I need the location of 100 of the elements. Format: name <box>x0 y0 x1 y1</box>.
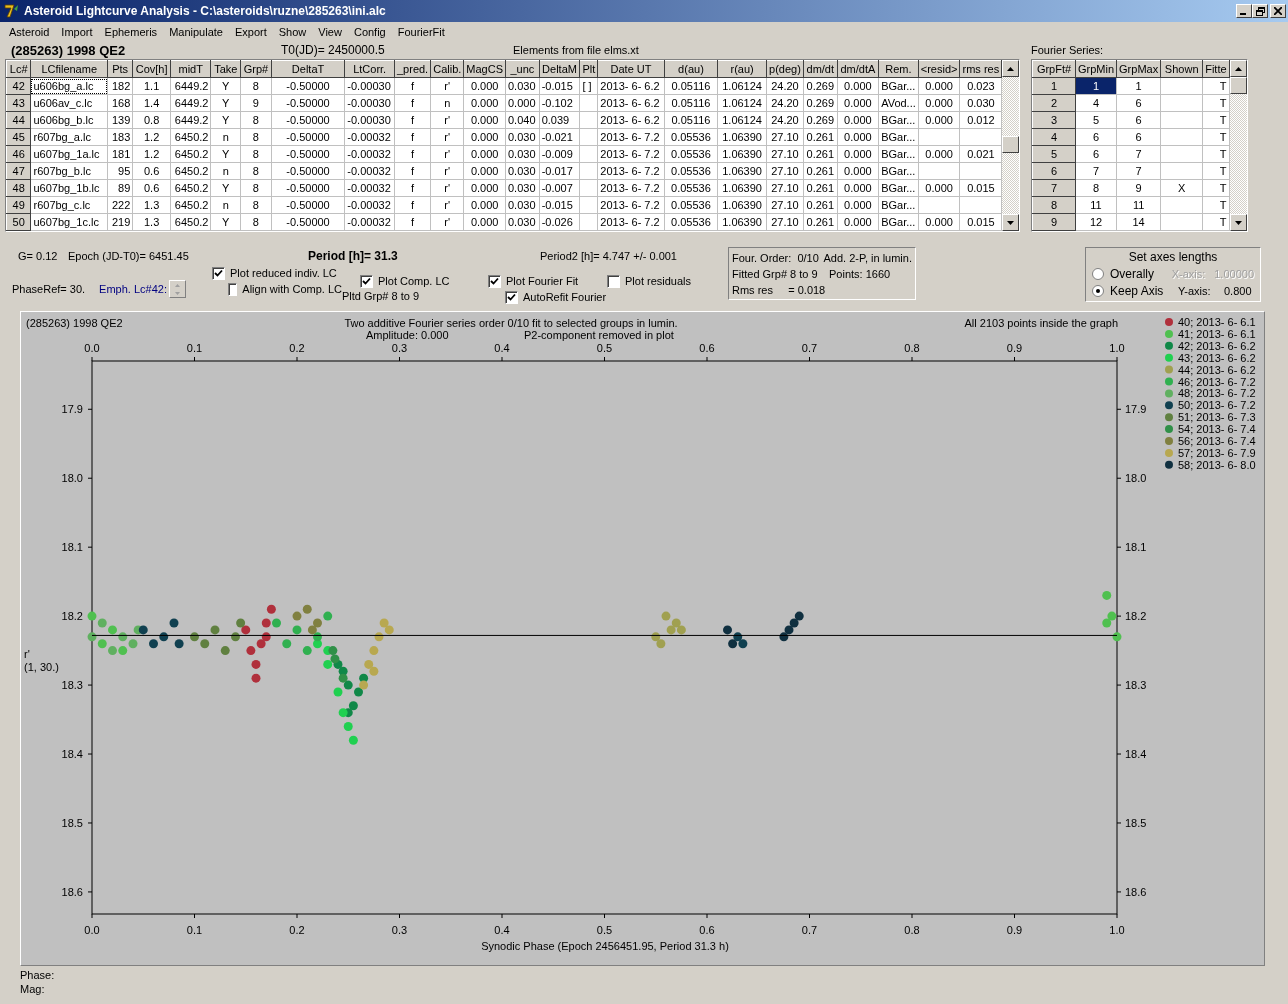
table-cell: 2013- 6- 7.2 <box>597 162 665 180</box>
table-cell: 11 <box>1116 196 1161 214</box>
menu-item[interactable]: Show <box>272 25 313 38</box>
table-cell: 0.000 <box>918 213 960 231</box>
table-cell: 0.6 <box>132 162 171 180</box>
table-cell: 1.3 <box>132 213 171 231</box>
period-value: Period [h]= 31.3 <box>308 249 399 263</box>
menu-item[interactable]: Config <box>347 25 392 38</box>
column-header[interactable]: Date UT <box>597 60 665 78</box>
table-cell: 8 <box>240 111 272 129</box>
chart-subtitle: Two additive Fourier series order 0/10 fit to selected groups in lumin. <box>344 317 678 329</box>
column-header[interactable]: Lc# <box>6 60 31 78</box>
table-cell: 1.4 <box>132 94 171 112</box>
column-header[interactable]: Grp# <box>240 60 272 78</box>
menu-item[interactable]: Ephemeris <box>98 25 164 38</box>
table-cell: 6450.2 <box>170 162 211 180</box>
column-header[interactable]: Rem. <box>878 60 919 78</box>
column-header[interactable]: Pts <box>107 60 133 78</box>
checkbox[interactable]: AutoRefit Fourier <box>505 289 607 305</box>
legend-label: 51; 2013- 6- 7.3 <box>1178 411 1256 424</box>
column-header[interactable]: GrpFt# <box>1032 60 1076 78</box>
table-cell: 0.039 <box>539 111 580 129</box>
menu-item[interactable]: Asteroid <box>3 25 56 38</box>
column-header[interactable]: LtCorr. <box>344 60 395 78</box>
checkbox[interactable]: Plot reduced indiv. LC <box>212 265 342 281</box>
table-cell: 0.040 <box>505 111 540 129</box>
y-axis-label: r' <box>24 648 30 660</box>
table-cell: 8 <box>240 213 272 231</box>
table-cell: 27.10 <box>766 213 804 231</box>
table-cell: f <box>394 213 431 231</box>
column-header[interactable]: <resid> <box>918 60 960 78</box>
column-header[interactable]: Take <box>211 60 241 78</box>
column-header[interactable]: r(au) <box>717 60 767 78</box>
column-header[interactable]: LCfilename <box>31 60 108 78</box>
column-header[interactable]: Calib. <box>430 60 464 78</box>
table-cell: 0.269 <box>803 94 838 112</box>
column-header[interactable]: MagCS <box>463 60 506 78</box>
column-header[interactable]: _pred. <box>394 60 431 78</box>
menu-item[interactable]: Import <box>55 25 99 38</box>
table-cell: 1 <box>1116 77 1161 95</box>
column-header[interactable]: d(au) <box>664 60 718 78</box>
table-cell: 8 <box>240 162 272 180</box>
checkbox[interactable]: Plot Comp. LC <box>360 273 488 289</box>
menu-item[interactable]: FourierFit <box>391 25 451 38</box>
table-cell: 2013- 6- 6.2 <box>597 94 665 112</box>
legend-label: 44; 2013- 6- 6.2 <box>1178 363 1256 376</box>
column-header[interactable]: _unc <box>505 60 540 78</box>
table-cell: T <box>1202 196 1230 214</box>
table-cell: f <box>394 179 431 197</box>
table-cell: 4 <box>1075 94 1117 112</box>
checkbox[interactable]: Align with Comp. LC <box>228 281 342 297</box>
x-tick-label: 0.3 <box>391 342 408 354</box>
menu-item[interactable]: View <box>312 25 348 38</box>
table-cell: 24.20 <box>766 77 804 95</box>
x-tick-label: 0.4 <box>494 924 510 936</box>
table-cell: -0.50000 <box>271 179 345 197</box>
fit-info-text: Rms res = 0.018 <box>732 284 826 296</box>
table-cell: Y <box>211 111 241 129</box>
column-header[interactable]: dm/dt <box>803 60 838 78</box>
table-cell: 0.000 <box>463 94 506 112</box>
column-header[interactable]: GrpMax <box>1116 60 1161 78</box>
column-header[interactable]: DeltaT <box>271 60 345 78</box>
column-header[interactable]: dm/dtA <box>837 60 879 78</box>
table-cell: -0.102 <box>539 94 580 112</box>
checkbox[interactable]: Plot Fourier Fit <box>488 273 607 289</box>
y-tick-label: 18.6 <box>61 885 83 898</box>
table-cell: 8 <box>240 179 272 197</box>
phase-ref-label: PhaseRef= 30. <box>12 283 86 295</box>
table-cell: BGar... <box>878 162 919 180</box>
table-cell: n <box>430 94 464 112</box>
table-cell: 182 <box>107 77 133 95</box>
table-cell: 0.269 <box>803 77 838 95</box>
menu-item[interactable]: Export <box>228 25 273 38</box>
menu-item[interactable]: Manipulate <box>163 25 229 38</box>
checkbox[interactable]: Plot residuals <box>607 273 692 289</box>
column-header[interactable]: GrpMin <box>1075 60 1117 78</box>
radio-button[interactable]: Overally <box>1092 266 1172 281</box>
radio-button[interactable]: Keep Axis <box>1092 283 1178 298</box>
column-header[interactable]: Fitte <box>1202 60 1230 78</box>
table-cell: 222 <box>107 196 133 214</box>
status-label: Phase: <box>20 969 56 983</box>
x-tick-label: 0.8 <box>904 342 920 354</box>
table-cell: u606bg_a.lc <box>32 78 107 94</box>
table-cell: 0.05536 <box>664 145 718 163</box>
x-tick-label: 0.9 <box>1006 924 1023 936</box>
table-cell: 2013- 6- 7.2 <box>597 213 665 231</box>
table-cell: -0.00032 <box>344 145 395 163</box>
column-header[interactable]: p(deg) <box>766 60 804 78</box>
plotted-group-label: Pltd Grp# 8 to 9 <box>342 290 421 302</box>
x-tick-label: 0.2 <box>289 342 305 354</box>
column-header[interactable]: Shown <box>1160 60 1203 78</box>
column-header[interactable]: midT <box>170 60 211 78</box>
table-cell: 0.000 <box>463 111 506 129</box>
legend-label: 58; 2013- 6- 8.0 <box>1178 458 1256 471</box>
x-tick-label: 0.3 <box>391 924 408 936</box>
column-header[interactable]: rms res <box>960 60 1002 78</box>
column-header[interactable]: Cov[h] <box>132 60 171 78</box>
table-cell: f <box>394 196 431 214</box>
column-header[interactable]: DeltaM <box>539 60 580 78</box>
table-cell: 0.261 <box>803 196 838 214</box>
